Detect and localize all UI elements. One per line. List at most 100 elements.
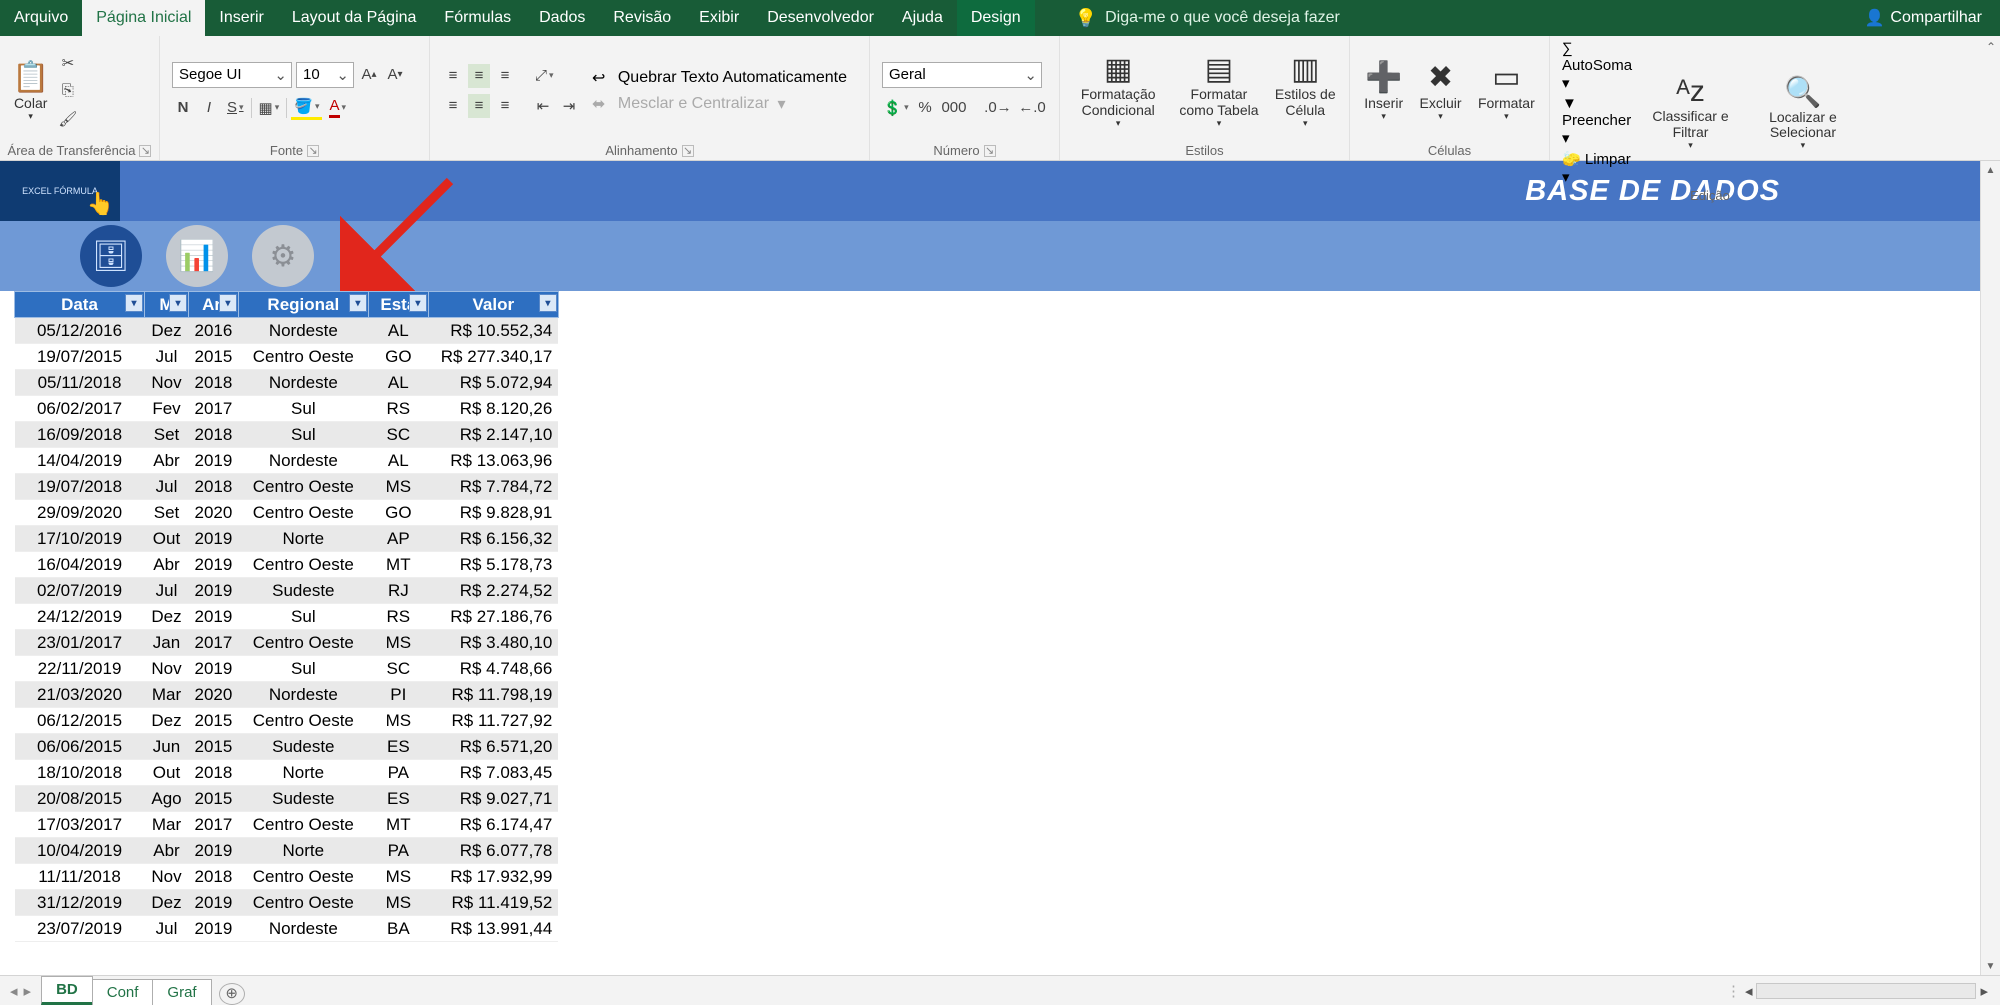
cell-regional[interactable]: Centro Oeste xyxy=(238,708,368,734)
cell-mes[interactable]: Out xyxy=(145,526,189,552)
tab-layout[interactable]: Layout da Página xyxy=(278,0,431,36)
cell-data[interactable]: 23/01/2017 xyxy=(15,630,145,656)
cell-regional[interactable]: Nordeste xyxy=(238,916,368,942)
col-header-regional[interactable]: Regional▾ xyxy=(238,292,368,318)
italic-button[interactable]: I xyxy=(198,96,220,120)
cell-data[interactable]: 16/09/2018 xyxy=(15,422,145,448)
format-as-table-button[interactable]: ▤Formatar como Tabela▾ xyxy=(1170,50,1267,131)
table-row[interactable]: 14/04/2019Abr2019NordesteALR$ 13.063,96 xyxy=(15,448,559,474)
cell-valor[interactable]: R$ 4.748,66 xyxy=(428,656,558,682)
cell-data[interactable]: 20/08/2015 xyxy=(15,786,145,812)
cell-valor[interactable]: R$ 6.077,78 xyxy=(428,838,558,864)
table-row[interactable]: 29/09/2020Set2020Centro OesteGOR$ 9.828,… xyxy=(15,500,559,526)
table-row[interactable]: 17/03/2017Mar2017Centro OesteMTR$ 6.174,… xyxy=(15,812,559,838)
cell-data[interactable]: 19/07/2015 xyxy=(15,344,145,370)
cut-button[interactable]: ✂ xyxy=(55,51,80,75)
cell-data[interactable]: 11/11/2018 xyxy=(15,864,145,890)
sheet-nav-next[interactable]: ▸ xyxy=(24,982,32,1000)
table-row[interactable]: 11/11/2018Nov2018Centro OesteMSR$ 17.932… xyxy=(15,864,559,890)
cell-mes[interactable]: Abr xyxy=(145,552,189,578)
cell-regional[interactable]: Centro Oeste xyxy=(238,552,368,578)
wrap-text-button[interactable]: ↩ Quebrar Texto Automaticamente xyxy=(592,68,847,88)
cell-ano[interactable]: 2017 xyxy=(189,396,239,422)
table-row[interactable]: 17/10/2019Out2019NorteAPR$ 6.156,32 xyxy=(15,526,559,552)
cell-estado[interactable]: MS xyxy=(368,864,428,890)
cell-valor[interactable]: R$ 2.147,10 xyxy=(428,422,558,448)
cell-ano[interactable]: 2019 xyxy=(189,890,239,916)
cell-data[interactable]: 21/03/2020 xyxy=(15,682,145,708)
cell-regional[interactable]: Sul xyxy=(238,604,368,630)
tab-arquivo[interactable]: Arquivo xyxy=(0,0,82,36)
align-top-button[interactable]: ≡ xyxy=(442,64,464,88)
sheet-tab-graf[interactable]: Graf xyxy=(152,979,211,1005)
cell-ano[interactable]: 2018 xyxy=(189,474,239,500)
cell-estado[interactable]: GO xyxy=(368,500,428,526)
cell-data[interactable]: 05/12/2016 xyxy=(15,318,145,344)
scroll-down-button[interactable]: ▼ xyxy=(1981,957,2000,975)
cell-valor[interactable]: R$ 17.932,99 xyxy=(428,864,558,890)
font-dialog-launcher[interactable]: ↘ xyxy=(307,145,319,157)
cell-valor[interactable]: R$ 5.072,94 xyxy=(428,370,558,396)
sheet-nav-prev[interactable]: ◂ xyxy=(10,982,18,1000)
clear-button[interactable]: 🧽 Limpar ▾ xyxy=(1562,150,1633,186)
align-center-button[interactable]: ≡ xyxy=(468,94,490,118)
find-select-button[interactable]: 🔍Localizar e Selecionar▾ xyxy=(1748,73,1858,154)
cell-data[interactable]: 22/11/2019 xyxy=(15,656,145,682)
align-middle-button[interactable]: ≡ xyxy=(468,64,490,88)
cell-regional[interactable]: Centro Oeste xyxy=(238,890,368,916)
alignment-dialog-launcher[interactable]: ↘ xyxy=(682,145,694,157)
cell-valor[interactable]: R$ 13.991,44 xyxy=(428,916,558,942)
cell-mes[interactable]: Set xyxy=(145,500,189,526)
sheet-tab-conf[interactable]: Conf xyxy=(92,979,154,1005)
cell-ano[interactable]: 2015 xyxy=(189,344,239,370)
cell-mes[interactable]: Jun xyxy=(145,734,189,760)
tab-revisao[interactable]: Revisão xyxy=(599,0,685,36)
delete-cells-button[interactable]: ✖Excluir▾ xyxy=(1414,58,1468,124)
cell-regional[interactable]: Centro Oeste xyxy=(238,474,368,500)
tell-me-search[interactable]: 💡 Diga-me o que você deseja fazer xyxy=(1075,0,1340,36)
cell-mes[interactable]: Jul xyxy=(145,474,189,500)
filter-button-regional[interactable]: ▾ xyxy=(349,294,367,312)
cell-estado[interactable]: MS xyxy=(368,630,428,656)
increase-font-button[interactable]: A▴ xyxy=(358,63,380,87)
cell-ano[interactable]: 2018 xyxy=(189,370,239,396)
collapse-ribbon-button[interactable]: ⌃ xyxy=(1986,40,1996,54)
cell-mes[interactable]: Mar xyxy=(145,682,189,708)
cell-estado[interactable]: BA xyxy=(368,916,428,942)
font-color-button[interactable]: A xyxy=(326,96,349,120)
sort-filter-button[interactable]: ᴬzClassificar e Filtrar▾ xyxy=(1643,73,1738,153)
number-format-select[interactable]: Geral xyxy=(882,62,1042,88)
cell-data[interactable]: 29/09/2020 xyxy=(15,500,145,526)
align-bottom-button[interactable]: ≡ xyxy=(494,64,516,88)
table-row[interactable]: 02/07/2019Jul2019SudesteRJR$ 2.274,52 xyxy=(15,578,559,604)
cell-estado[interactable]: RS xyxy=(368,604,428,630)
font-name-select[interactable]: Segoe UI xyxy=(172,62,292,88)
cell-mes[interactable]: Nov xyxy=(145,864,189,890)
cell-styles-button[interactable]: ▥Estilos de Célula▾ xyxy=(1268,50,1343,131)
tab-pagina-inicial[interactable]: Página Inicial xyxy=(82,0,205,36)
cell-estado[interactable]: SC xyxy=(368,656,428,682)
table-row[interactable]: 06/06/2015Jun2015SudesteESR$ 6.571,20 xyxy=(15,734,559,760)
filter-button-data[interactable]: ▾ xyxy=(125,294,143,312)
table-row[interactable]: 06/12/2015Dez2015Centro OesteMSR$ 11.727… xyxy=(15,708,559,734)
cell-data[interactable]: 17/10/2019 xyxy=(15,526,145,552)
decrease-decimal-button[interactable]: ←.0 xyxy=(1017,96,1047,120)
insert-cells-button[interactable]: ➕Inserir▾ xyxy=(1358,58,1409,124)
table-row[interactable]: 31/12/2019Dez2019Centro OesteMSR$ 11.419… xyxy=(15,890,559,916)
table-row[interactable]: 24/12/2019Dez2019SulRSR$ 27.186,76 xyxy=(15,604,559,630)
conditional-formatting-button[interactable]: ▦Formatação Condicional▾ xyxy=(1066,50,1170,131)
table-row[interactable]: 05/11/2018Nov2018NordesteALR$ 5.072,94 xyxy=(15,370,559,396)
cell-estado[interactable]: MS xyxy=(368,708,428,734)
cell-mes[interactable]: Mar xyxy=(145,812,189,838)
align-right-button[interactable]: ≡ xyxy=(494,94,516,118)
cell-estado[interactable]: MT xyxy=(368,552,428,578)
cell-valor[interactable]: R$ 10.552,34 xyxy=(428,318,558,344)
cell-mes[interactable]: Ago xyxy=(145,786,189,812)
col-header-ano[interactable]: An▾ xyxy=(189,292,239,318)
nav-settings-button[interactable]: ⚙ xyxy=(252,225,314,287)
cell-mes[interactable]: Nov xyxy=(145,370,189,396)
cell-valor[interactable]: R$ 2.274,52 xyxy=(428,578,558,604)
cell-mes[interactable]: Fev xyxy=(145,396,189,422)
copy-button[interactable]: ⎘ xyxy=(55,79,80,103)
col-header-valor[interactable]: Valor▾ xyxy=(428,292,558,318)
